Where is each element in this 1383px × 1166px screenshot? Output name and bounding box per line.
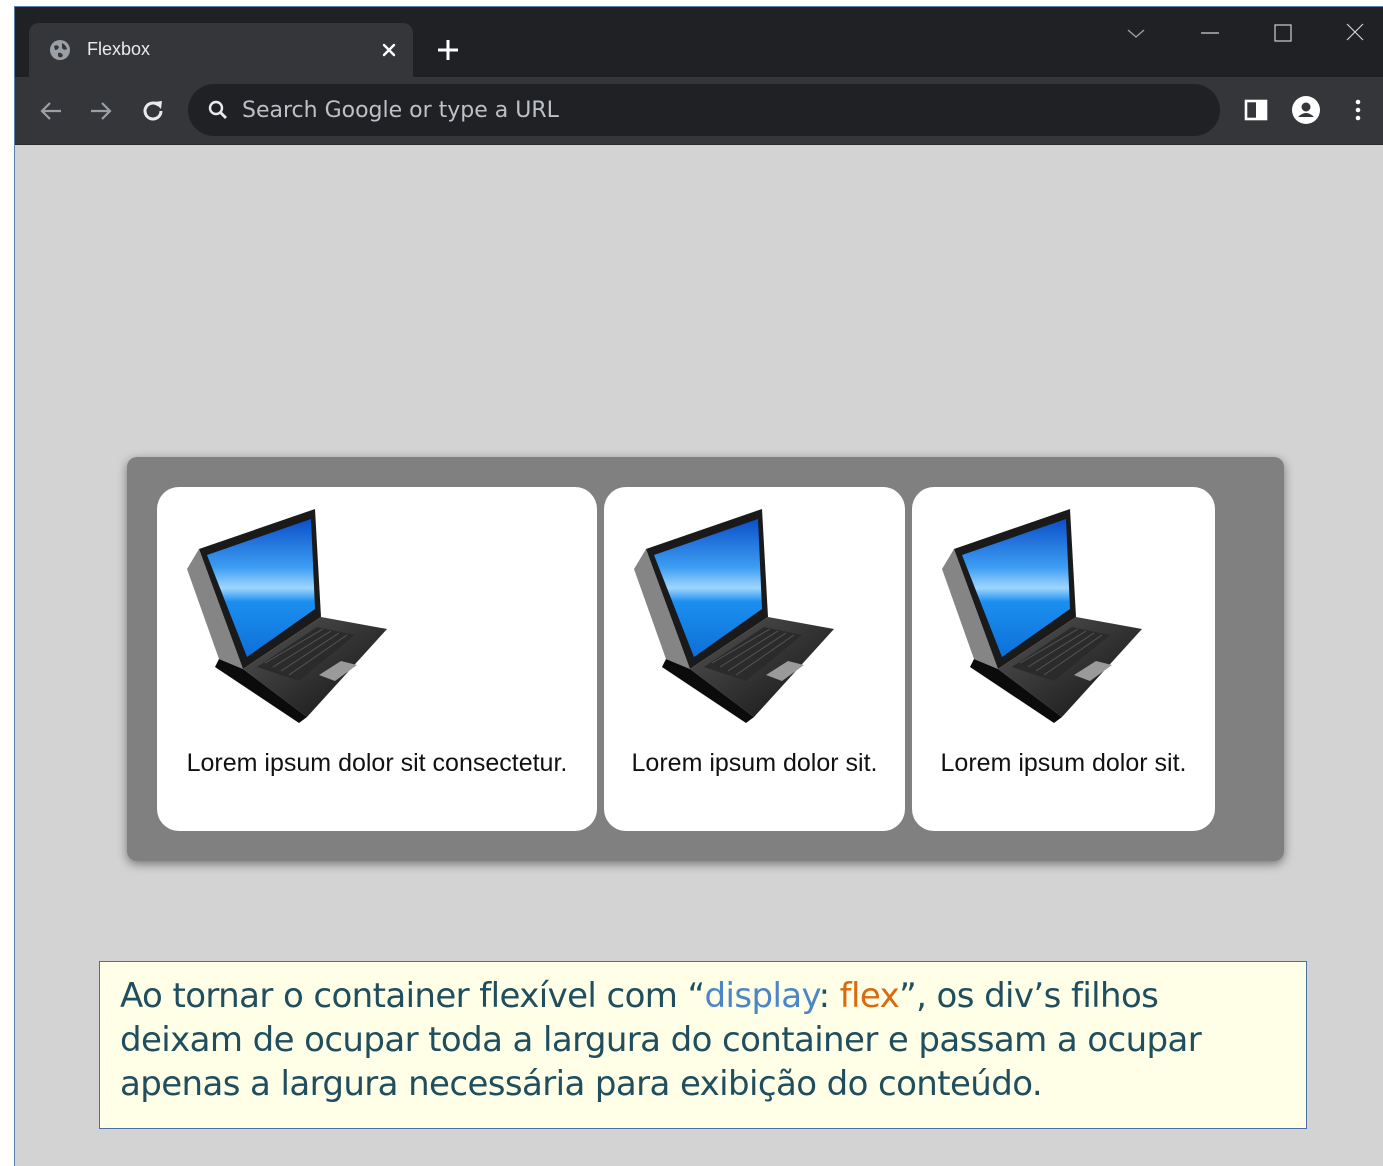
card-caption: Lorem ipsum dolor sit consectetur. — [186, 749, 568, 777]
card-caption: Lorem ipsum dolor sit. — [631, 749, 878, 777]
tab-flexbox[interactable]: Flexbox — [29, 23, 413, 77]
laptop-image — [942, 509, 1152, 724]
menu-icon[interactable] — [1343, 95, 1373, 125]
search-icon — [208, 100, 227, 119]
close-icon[interactable] — [1335, 19, 1375, 49]
laptop-image — [187, 509, 397, 724]
tab-search-icon[interactable] — [1116, 19, 1156, 49]
note-colon: : — [818, 976, 840, 1016]
omnibox-input[interactable] — [242, 84, 1142, 136]
note-property: display — [704, 976, 820, 1016]
back-icon[interactable] — [37, 97, 65, 125]
flex-container: Lorem ipsum dolor sit consectetur. Lorem… — [127, 457, 1284, 861]
card-caption: Lorem ipsum dolor sit. — [940, 749, 1187, 777]
laptop-image — [634, 509, 844, 724]
globe-icon — [50, 40, 70, 60]
explanation-note: Ao tornar o container flexível com “disp… — [99, 961, 1307, 1129]
maximize-icon[interactable] — [1263, 19, 1303, 49]
close-tab-icon[interactable] — [379, 40, 399, 60]
tab-title: Flexbox — [87, 39, 151, 59]
profile-icon[interactable] — [1291, 95, 1321, 125]
forward-icon[interactable] — [87, 97, 115, 125]
note-value: flex — [839, 976, 900, 1016]
page-content: Lorem ipsum dolor sit consectetur. Lorem… — [15, 145, 1383, 1166]
omnibox[interactable] — [188, 84, 1220, 136]
browser-window: Flexbox Search Google or type a URL Lore… — [14, 6, 1383, 1166]
card-3: Lorem ipsum dolor sit. — [912, 487, 1215, 831]
card-2: Lorem ipsum dolor sit. — [604, 487, 905, 831]
title-bar: Flexbox — [15, 7, 1383, 77]
toolbar — [15, 77, 1383, 145]
reload-icon[interactable] — [139, 97, 167, 125]
minimize-icon[interactable] — [1190, 19, 1230, 49]
new-tab-icon[interactable] — [435, 37, 461, 63]
note-prefix: Ao tornar o container flexível com “ — [120, 976, 705, 1016]
side-panel-icon[interactable] — [1241, 95, 1271, 125]
card-1: Lorem ipsum dolor sit consectetur. — [157, 487, 597, 831]
